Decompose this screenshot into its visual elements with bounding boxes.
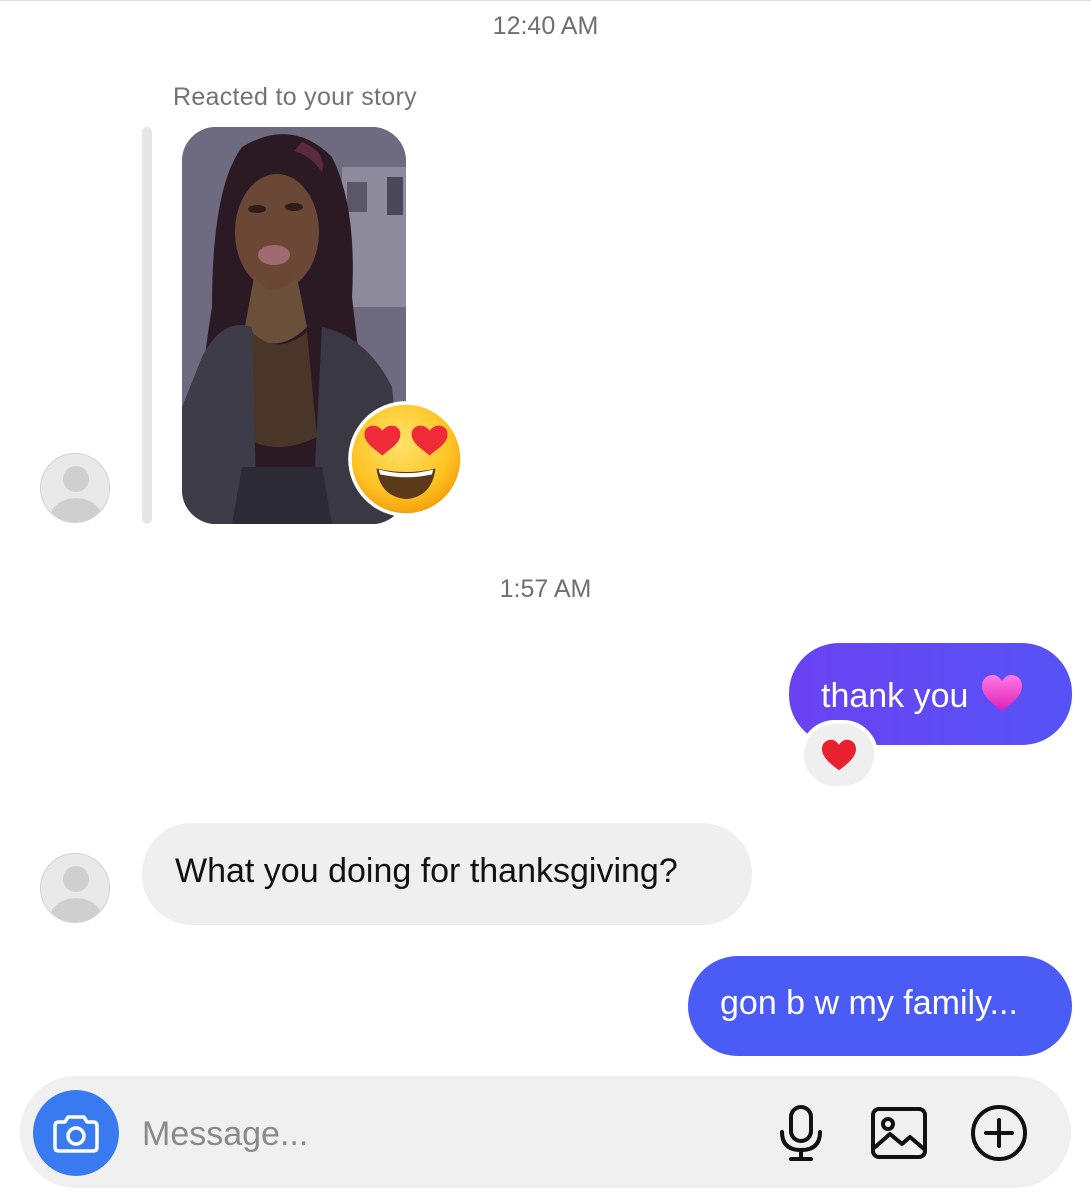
outgoing-message-bubble[interactable]: gon b w my family... bbox=[688, 956, 1072, 1056]
message-reaction-badge[interactable] bbox=[800, 720, 878, 790]
plus-icon[interactable] bbox=[970, 1104, 1028, 1162]
avatar-head-shape bbox=[63, 466, 89, 492]
avatar-body-shape bbox=[50, 498, 102, 522]
incoming-message-bubble[interactable]: What you doing for thanksgiving? bbox=[142, 823, 752, 925]
message-text: thank you bbox=[821, 677, 969, 715]
sender-avatar[interactable] bbox=[40, 453, 110, 523]
microphone-icon[interactable] bbox=[772, 1104, 830, 1162]
heart-eyes-emoji-icon bbox=[348, 401, 464, 517]
reply-indicator-bar bbox=[142, 127, 152, 524]
timestamp: 1:57 AM bbox=[499, 575, 592, 603]
avatar-body-shape bbox=[50, 898, 102, 922]
timestamp: 12:40 AM bbox=[492, 12, 599, 40]
pink-heart-icon bbox=[982, 675, 1023, 711]
gallery-icon[interactable] bbox=[870, 1104, 928, 1162]
story-reaction-label: Reacted to your story bbox=[173, 83, 417, 111]
camera-icon bbox=[53, 1115, 99, 1153]
sender-avatar[interactable] bbox=[40, 853, 110, 923]
message-composer bbox=[20, 1076, 1071, 1188]
red-heart-icon bbox=[822, 739, 856, 771]
message-text: gon b w my family... bbox=[720, 984, 1018, 1022]
camera-button[interactable] bbox=[33, 1090, 119, 1176]
avatar-head-shape bbox=[63, 866, 89, 892]
message-text: What you doing for thanksgiving? bbox=[175, 852, 678, 890]
message-input[interactable] bbox=[140, 1110, 704, 1158]
top-divider bbox=[0, 0, 1091, 1]
